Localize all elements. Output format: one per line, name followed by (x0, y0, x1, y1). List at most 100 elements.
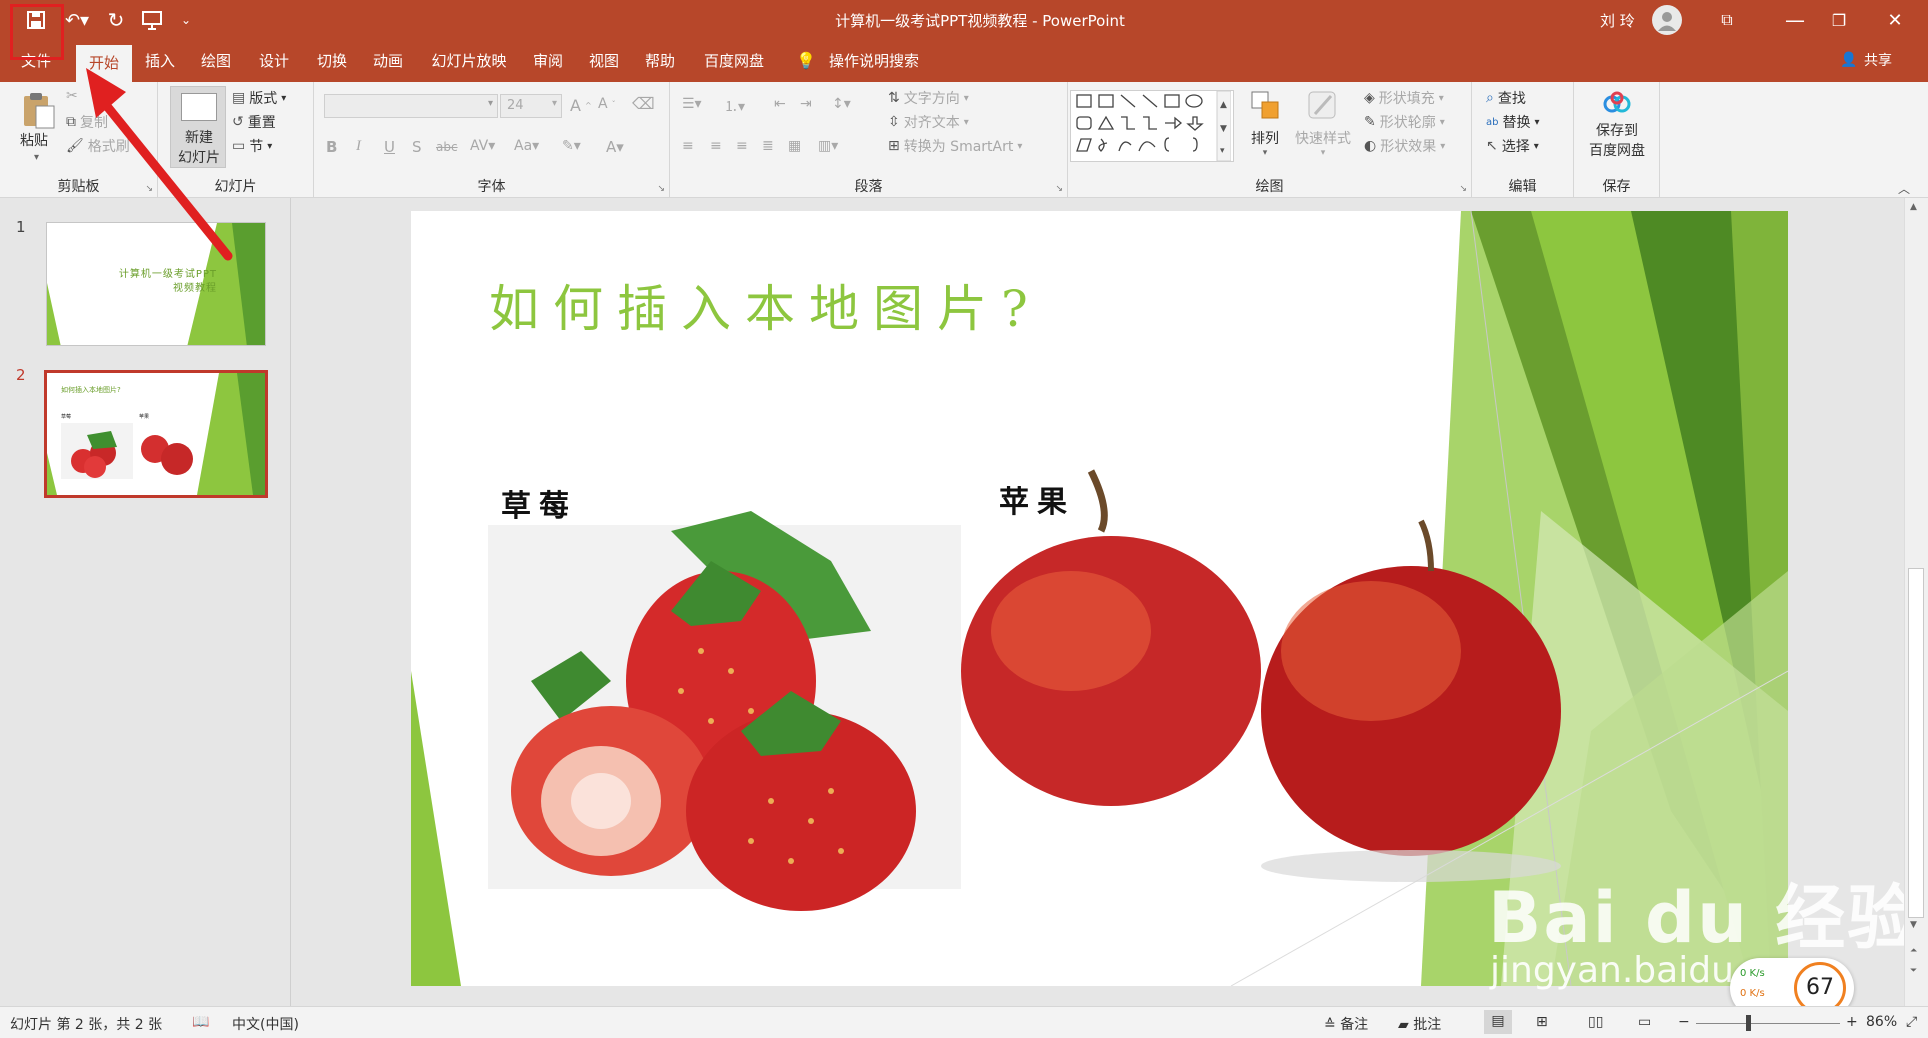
shape-outline-button[interactable]: ✎ 形状轮廓 ▾ (1364, 112, 1445, 132)
justify-icon[interactable]: ≣ (762, 138, 774, 154)
char-spacing-icon[interactable]: AV▾ (470, 138, 495, 154)
scroll-up-icon[interactable]: ▲ (1910, 202, 1917, 212)
comments-button[interactable]: ▰ 批注 (1398, 1014, 1441, 1034)
share-button[interactable]: 共享 (1856, 41, 1900, 82)
reading-view-icon[interactable]: ▯▯ (1588, 1014, 1603, 1030)
font-size-combobox[interactable]: 24 ▾ (500, 94, 562, 118)
replace-button[interactable]: ab 替换 ▾ (1486, 112, 1540, 132)
decrease-font-icon[interactable]: Aˇ (598, 96, 616, 112)
quick-styles-label: 快速样式 (1295, 131, 1351, 147)
svg-text:▲: ▲ (1220, 100, 1227, 110)
select-label: 选择 (1501, 139, 1530, 155)
align-left-icon[interactable]: ≡ (682, 138, 694, 154)
slide-title[interactable]: 如何插入本地图片? (489, 269, 1042, 341)
columns-icon[interactable]: ▥▾ (818, 138, 838, 154)
tab-slideshow[interactable]: 幻灯片放映 (426, 41, 512, 82)
decrease-indent-icon[interactable]: ⇤ (774, 96, 786, 112)
paint-bucket-icon: ◈ (1364, 90, 1375, 106)
find-button[interactable]: ⌕ 查找 (1486, 88, 1526, 108)
change-case-icon[interactable]: Aa▾ (514, 138, 539, 154)
quick-styles-button[interactable]: 快速样式 ▾ (1290, 88, 1356, 168)
shadow-icon[interactable]: S (412, 138, 422, 156)
drawing-launcher-icon[interactable]: ↘ (1459, 184, 1467, 194)
clear-formatting-icon[interactable]: ⌫ (632, 94, 655, 113)
zoom-out-icon[interactable]: − (1678, 1014, 1690, 1030)
caption-right[interactable]: 苹果 (999, 477, 1075, 521)
convert-smartart-button[interactable]: ⊞ 转换为 SmartArt ▾ (888, 136, 1022, 156)
shape-fill-label: 形状填充 (1378, 91, 1435, 107)
avatar[interactable] (1652, 5, 1682, 35)
tab-transitions[interactable]: 切换 (312, 41, 352, 82)
group-save: 保存到 百度网盘 保存 (1574, 82, 1660, 198)
tab-animations[interactable]: 动画 (368, 41, 408, 82)
user-name[interactable]: 刘 玲 (1600, 10, 1635, 31)
ribbon-display-options-icon[interactable]: ⧉ (1714, 6, 1740, 34)
text-direction-button[interactable]: ⇅ 文字方向 ▾ (888, 88, 969, 108)
select-button[interactable]: ↖ 选择 ▾ (1486, 136, 1539, 156)
baidu-watermark: Bai du 经验 (1488, 877, 1920, 959)
tell-me-search[interactable]: 操作说明搜索 (824, 41, 924, 82)
slide-count: 幻灯片 第 2 张，共 2 张 (10, 1017, 163, 1033)
restore-icon[interactable]: ❐ (1826, 6, 1852, 34)
replace-icon: ab (1486, 116, 1499, 128)
align-center-icon[interactable]: ≡ (710, 138, 722, 154)
caption-left[interactable]: 草莓 (501, 481, 577, 525)
line-spacing-icon[interactable]: ↕▾ (832, 96, 851, 112)
arrange-button[interactable]: 排列 ▾ (1240, 88, 1290, 168)
fit-to-window-icon[interactable]: ⤢ (1906, 1014, 1917, 1030)
tab-help[interactable]: 帮助 (640, 41, 680, 82)
next-slide-icon[interactable]: ⏷ (1910, 966, 1917, 976)
bullets-icon[interactable]: ☰▾ (682, 96, 702, 112)
close-icon[interactable]: ✕ (1882, 6, 1908, 34)
tab-view[interactable]: 视图 (584, 41, 624, 82)
zoom-slider[interactable] (1696, 1023, 1840, 1024)
share-icon[interactable]: 👤 (1840, 52, 1857, 68)
zoom-slider-thumb[interactable] (1746, 1015, 1751, 1031)
collapse-ribbon-icon[interactable]: ︿ (1898, 180, 1910, 197)
font-launcher-icon[interactable]: ↘ (657, 184, 665, 194)
align-right-icon[interactable]: ≡ (736, 138, 748, 154)
increase-indent-icon[interactable]: ⇥ (800, 96, 812, 112)
minimize-icon[interactable]: — (1782, 6, 1808, 34)
strikethrough-icon[interactable]: abc (436, 140, 458, 154)
shape-effects-button[interactable]: ◐ 形状效果 ▾ (1364, 136, 1445, 156)
save-to-baidu-button[interactable]: 保存到 百度网盘 (1574, 90, 1660, 172)
slideshow-view-icon[interactable]: ▭ (1638, 1014, 1651, 1030)
baidu-netdisk-icon (1603, 91, 1631, 113)
scroll-thumb[interactable] (1908, 568, 1924, 918)
paragraph-launcher-icon[interactable]: ↘ (1055, 184, 1063, 194)
language-indicator[interactable]: 中文(中国) (232, 1014, 299, 1034)
tab-review[interactable]: 审阅 (528, 41, 568, 82)
zoom-in-icon[interactable]: + (1846, 1014, 1858, 1030)
slide-thumbnail-2[interactable]: 如何插入本地图片? 草莓 苹果 (44, 370, 268, 498)
notes-button[interactable]: ≙ 备注 (1324, 1014, 1368, 1034)
download-speed: 0 K/s (1740, 988, 1765, 999)
font-color-icon[interactable]: A▾ (606, 138, 624, 156)
distributed-icon[interactable]: ▦ (788, 138, 801, 154)
save-to-label-2: 百度网盘 (1589, 143, 1645, 159)
vertical-scrollbar[interactable]: ▲ ▼ ⏶ ⏷ (1904, 198, 1928, 1006)
underline-icon[interactable]: U (384, 138, 395, 156)
replace-label: 替换 (1502, 115, 1531, 131)
numbering-icon[interactable]: ⒈▾ (724, 96, 745, 116)
zoom-level[interactable]: 86% (1866, 1014, 1897, 1030)
spelling-check-icon[interactable]: 📖 (192, 1014, 209, 1030)
slide-sorter-icon[interactable]: ⊞ (1536, 1014, 1548, 1030)
shape-outline-label: 形状轮廓 (1379, 115, 1436, 131)
shapes-gallery[interactable]: ▲ ▼ ▾ (1070, 90, 1234, 162)
increase-font-icon[interactable]: A ^ (570, 96, 592, 115)
comments-icon: ▰ (1398, 1017, 1409, 1033)
tab-baidu-netdisk[interactable]: 百度网盘 (698, 41, 770, 82)
scroll-down-icon[interactable]: ▼ (1910, 920, 1917, 930)
cursor-icon: ↖ (1486, 138, 1498, 154)
previous-slide-icon[interactable]: ⏶ (1910, 946, 1917, 956)
shape-fill-button[interactable]: ◈ 形状填充 ▾ (1364, 88, 1444, 108)
quick-styles-icon (1308, 91, 1336, 119)
notes-icon: ≙ (1324, 1017, 1336, 1033)
font-name-combobox[interactable]: ▾ (324, 94, 498, 118)
normal-view-icon[interactable]: ▤ (1484, 1010, 1512, 1034)
bold-icon[interactable]: B (326, 138, 337, 156)
align-text-button[interactable]: ⇳ 对齐文本 ▾ (888, 112, 969, 132)
italic-icon[interactable]: I (356, 138, 361, 155)
highlight-icon[interactable]: ✎▾ (562, 138, 581, 154)
